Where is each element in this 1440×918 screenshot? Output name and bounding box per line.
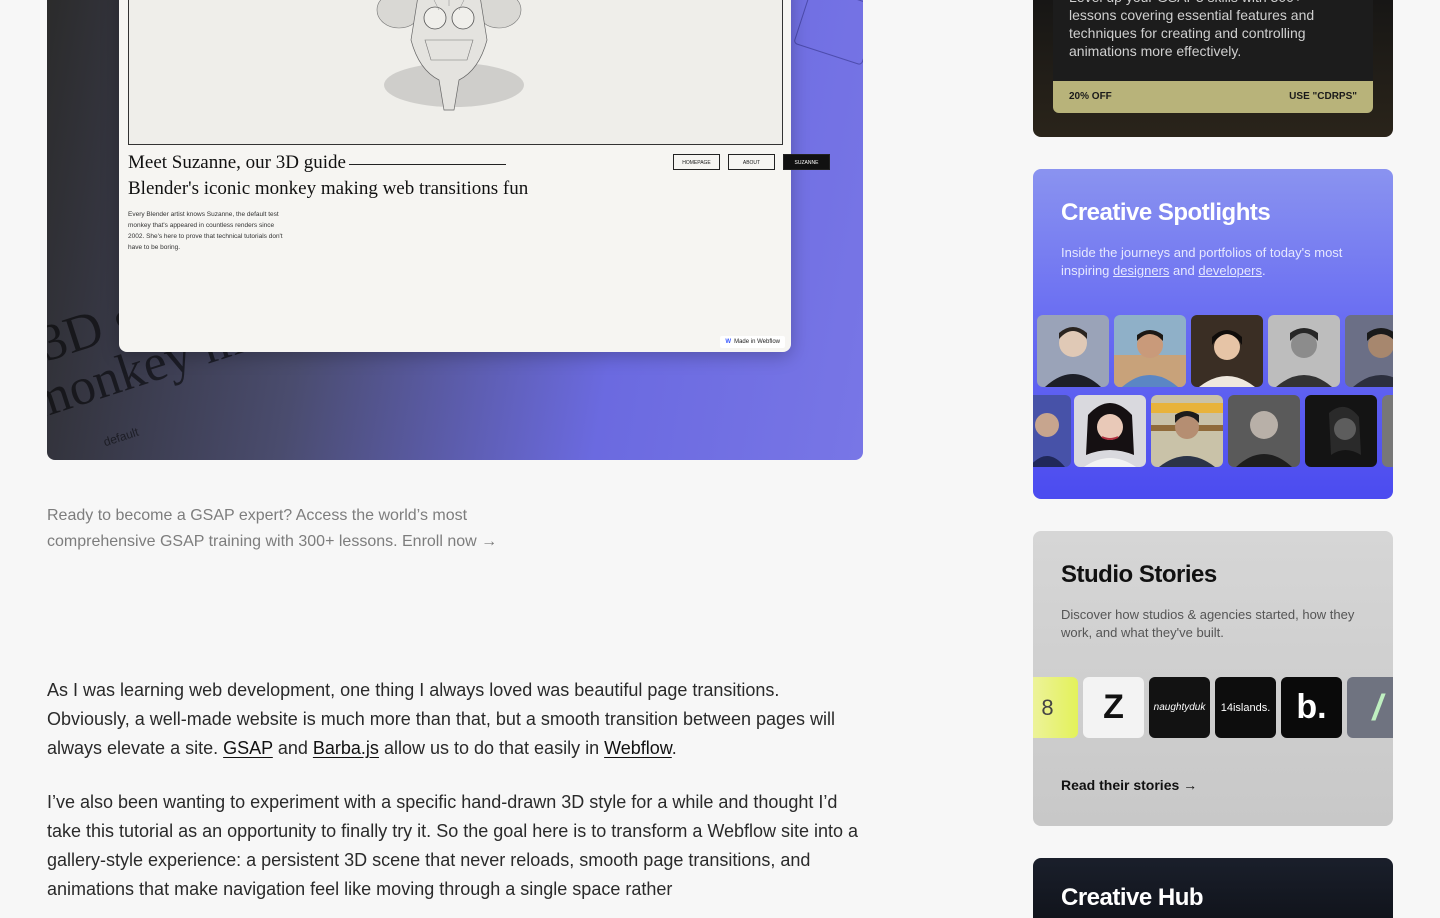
- article-paragraph-2: I’ve also been wanting to experiment wit…: [47, 792, 859, 899]
- webflow-link[interactable]: Webflow: [604, 738, 672, 758]
- studio-stories-card[interactable]: Studio Stories Discover how studios & ag…: [1033, 531, 1393, 826]
- creative-hub-title: Creative Hub: [1061, 884, 1204, 911]
- creative-spotlights-card[interactable]: Creative Spotlights Inside the journeys …: [1033, 169, 1393, 499]
- hero-caption-link[interactable]: Ready to become a GSAP expert? Access th…: [47, 503, 547, 555]
- spotlights-description: Inside the journeys and portfolios of to…: [1061, 245, 1343, 278]
- promo-text: Level up your GSAP3 skills with 300+ les…: [1069, 0, 1315, 59]
- gsap-link[interactable]: GSAP: [223, 738, 273, 758]
- studio-logo[interactable]: /: [1347, 677, 1393, 738]
- barba-link[interactable]: Barba.js: [313, 738, 379, 758]
- avatar[interactable]: [1114, 315, 1186, 387]
- designers-link[interactable]: designers: [1113, 263, 1169, 278]
- avatar[interactable]: [1191, 315, 1263, 387]
- preview-rule: [349, 164, 506, 165]
- studio-stories-title: Studio Stories: [1061, 561, 1217, 588]
- avatar[interactable]: [1228, 395, 1300, 467]
- preview-nav-about: ABOUT: [728, 154, 775, 170]
- preview-description: Every Blender artist knows Suzanne, the …: [128, 211, 283, 251]
- avatar[interactable]: [1037, 315, 1109, 387]
- read-their-stories-link[interactable]: Read their stories →: [1061, 777, 1197, 793]
- avatar[interactable]: [1305, 395, 1377, 467]
- promo-discount: 20% OFF: [1069, 91, 1112, 102]
- studio-stories-description: Discover how studios & agencies started,…: [1061, 607, 1355, 640]
- preview-3d-frame: [128, 0, 783, 145]
- developers-link[interactable]: developers: [1198, 263, 1262, 278]
- avatar[interactable]: [1151, 395, 1223, 467]
- article-paragraph-1: As I was learning web development, one t…: [47, 680, 836, 758]
- avatar[interactable]: [1345, 315, 1393, 387]
- made-in-webflow-badge: W Made in Webflow: [720, 336, 785, 348]
- preview-title-2: Blender's iconic monkey making web trans…: [128, 178, 529, 199]
- webflow-logo-icon: W: [725, 339, 732, 345]
- promo-code: USE "CDRPS": [1289, 91, 1357, 102]
- spotlights-title: Creative Spotlights: [1061, 199, 1271, 226]
- studio-logo[interactable]: b.: [1281, 677, 1342, 738]
- article-hero-image: t 3D g monkey ma default Meet Suzanne, o…: [47, 0, 863, 460]
- preview-nav-homepage: HOMEPAGE: [673, 154, 720, 170]
- studio-logo[interactable]: naughtyduk: [1149, 677, 1210, 738]
- webflow-site-preview: Meet Suzanne, our 3D guide Blender's ico…: [119, 0, 830, 352]
- promo-discount-bar: 20% OFF USE "CDRPS": [1053, 81, 1373, 113]
- hero-decoration: [793, 0, 863, 66]
- preview-title-1: Meet Suzanne, our 3D guide: [128, 152, 346, 173]
- avatar[interactable]: [1268, 315, 1340, 387]
- suzanne-monkey-icon: [376, 0, 524, 111]
- gsap-course-promo[interactable]: Level up your GSAP3 skills with 300+ les…: [1033, 0, 1393, 137]
- studio-logo[interactable]: 14islands.: [1215, 677, 1276, 738]
- creative-hub-card[interactable]: Creative Hub: [1033, 858, 1393, 918]
- avatar[interactable]: [1382, 395, 1393, 467]
- avatar[interactable]: [1033, 395, 1071, 467]
- avatar[interactable]: [1074, 395, 1146, 467]
- hero-bg-small-text: default: [101, 424, 141, 450]
- preview-nav-suzanne: SUZANNE: [783, 154, 830, 170]
- studio-logo[interactable]: Z: [1083, 677, 1144, 738]
- studio-logo[interactable]: 8: [1033, 677, 1078, 738]
